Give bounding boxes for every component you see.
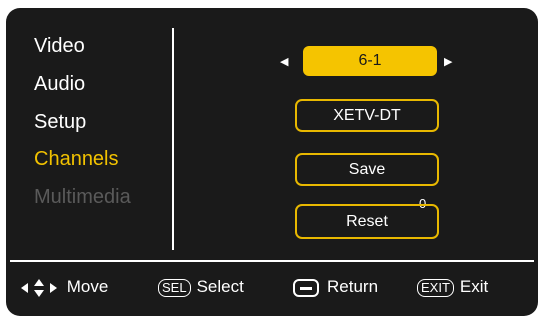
exit-key-icon: EXIT [417,278,454,297]
footer-move-hint: Move [20,276,108,298]
channel-prev-arrow-icon[interactable]: ◀ [280,55,288,69]
save-button[interactable]: Save [295,153,439,186]
footer-return-hint: Return [293,276,378,298]
arrow-keys-icon [21,278,57,297]
footer-select-hint: SEL Select [158,276,244,298]
channel-next-arrow-icon[interactable]: ▶ [444,55,452,69]
menu-item-video[interactable]: Video [34,35,85,58]
move-label: Move [66,277,109,296]
return-key-icon [293,278,319,297]
footer-exit-hint: EXIT Exit [417,276,488,298]
menu-item-setup[interactable]: Setup [34,111,86,134]
menu-item-multimedia: Multimedia [34,186,131,208]
menu-divider [172,28,174,250]
menu-item-audio[interactable]: Audio [34,73,85,96]
footer-divider [10,260,534,262]
exit-label: Exit [459,277,489,296]
reset-button[interactable]: Reset [295,204,439,239]
return-label: Return [327,277,379,296]
tv-osd-menu: Video Audio Setup Channels Multimedia ◀ … [6,8,538,316]
sel-key-icon: SEL [158,278,191,297]
select-label: Select [196,277,244,296]
station-name-field[interactable]: XETV-DT [295,99,439,132]
menu-item-channels[interactable]: Channels [34,148,119,171]
channel-number-selector[interactable]: 6-1 [303,46,437,76]
